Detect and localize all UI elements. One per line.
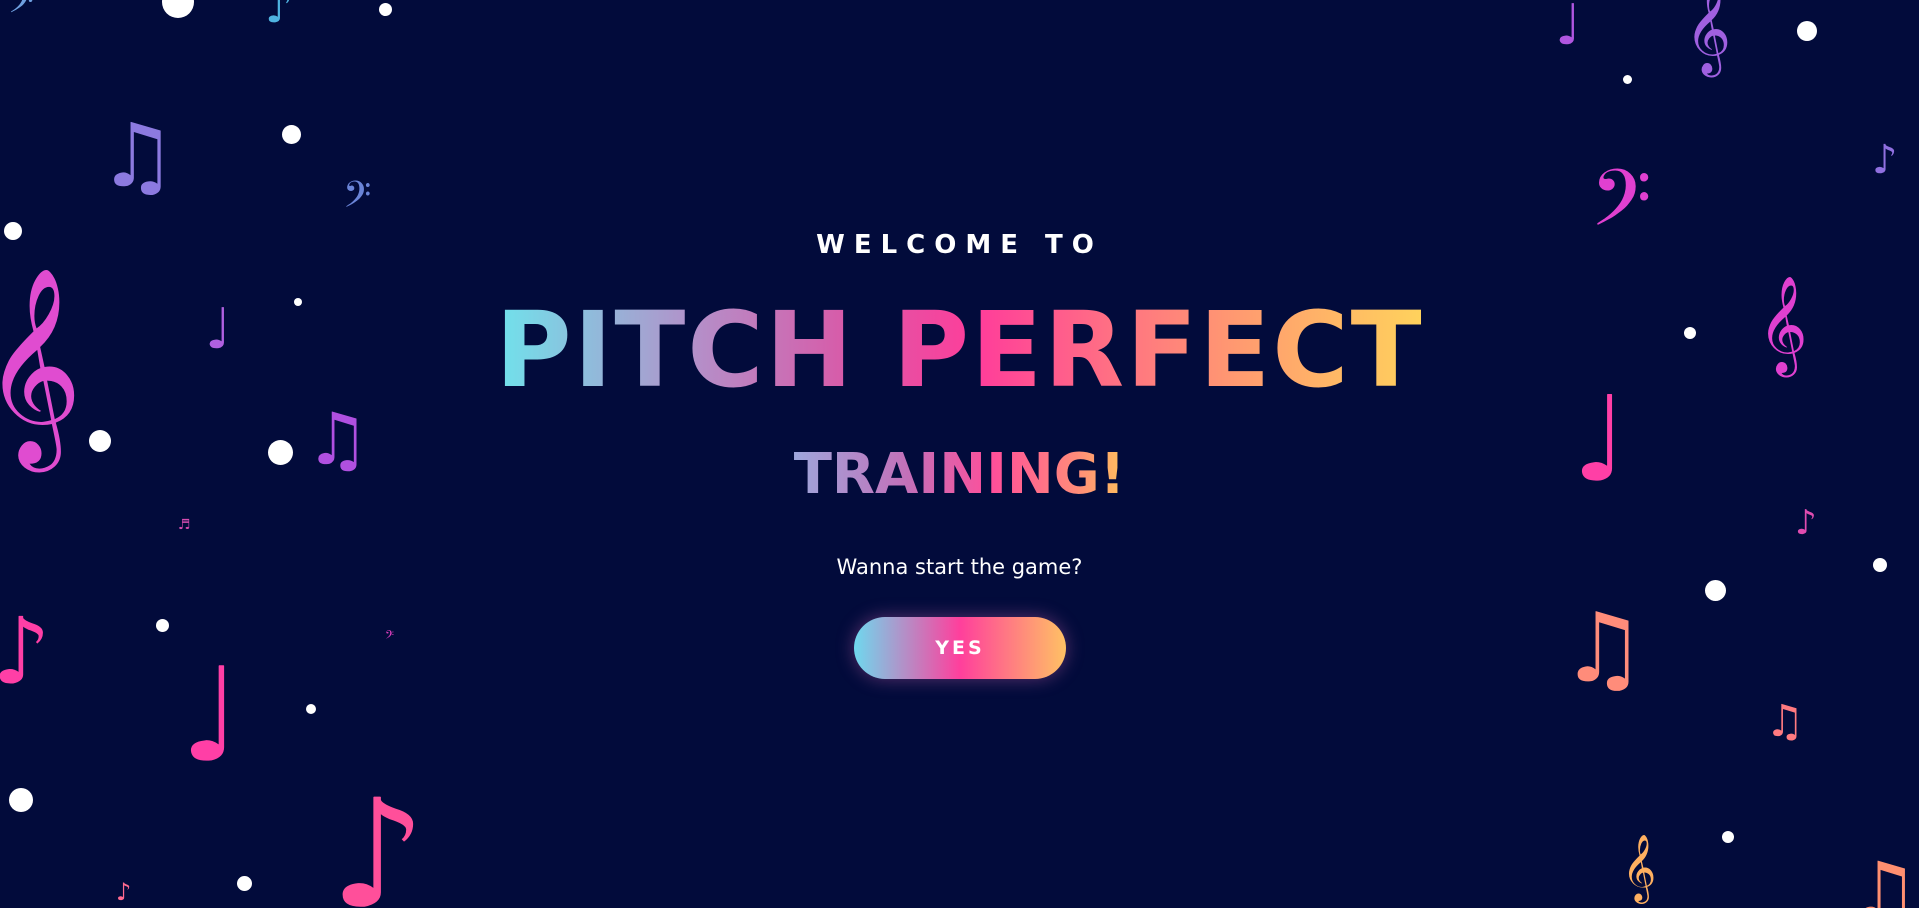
game-subtitle-text: TRAINING! [794, 440, 1126, 510]
decorative-dot [1705, 580, 1726, 601]
welcome-pretitle: WELCOME TO [816, 230, 1103, 260]
bass-clef-icon: 𝄢 [8, 0, 34, 29]
game-title: PITCH PERFECT [0, 290, 1919, 410]
yes-button[interactable]: YES [854, 617, 1066, 679]
decorative-dot [306, 704, 316, 714]
beamed-notes-icon: ♬ [178, 517, 191, 533]
game-title-text: PITCH PERFECT [495, 289, 1424, 411]
quarter-note-icon: ♩ [180, 639, 242, 791]
decorative-dot [237, 876, 252, 891]
beamed-notes-icon: ♫ [1560, 592, 1647, 704]
decorative-dot [282, 125, 301, 144]
decorative-dot [1722, 831, 1734, 843]
beamed-notes-icon: ♫ [1848, 845, 1919, 908]
treble-clef-icon: 𝄞 [1685, 0, 1732, 74]
eighth-note-icon: ♪ [1872, 137, 1898, 183]
treble-clef-icon: 𝄞 [1622, 833, 1657, 901]
eighth-note-icon: ♪ [265, 0, 294, 33]
beamed-notes-icon: ♫ [1765, 696, 1805, 747]
quarter-note-icon: ♩ [1555, 0, 1582, 58]
welcome-screen: 𝄢 ♪ ♫ 𝄢 ♩ 𝄞 ♫ ♬ 𝄢 ♪ ♩ ♪ ♪ ♩ 𝄞 ♪ 𝄢 𝄞 ♩ ♪ … [0, 0, 1919, 908]
decorative-dot [162, 0, 194, 18]
decorative-dot [156, 619, 169, 632]
eighth-note-icon: ♪ [1795, 503, 1817, 543]
decorative-dot [1623, 75, 1632, 84]
eighth-note-icon: ♪ [330, 768, 426, 908]
bass-clef-icon: 𝄢 [385, 629, 395, 645]
bass-clef-icon: 𝄢 [343, 174, 372, 225]
decorative-dot [379, 3, 392, 16]
game-subtitle: TRAINING! [0, 440, 1919, 510]
decorative-dot [9, 788, 33, 812]
eighth-note-icon: ♪ [0, 598, 51, 705]
beamed-notes-icon: ♫ [98, 104, 177, 207]
start-question: Wanna start the game? [836, 555, 1083, 579]
decorative-dot [1797, 21, 1817, 41]
eighth-note-icon: ♪ [116, 878, 132, 906]
